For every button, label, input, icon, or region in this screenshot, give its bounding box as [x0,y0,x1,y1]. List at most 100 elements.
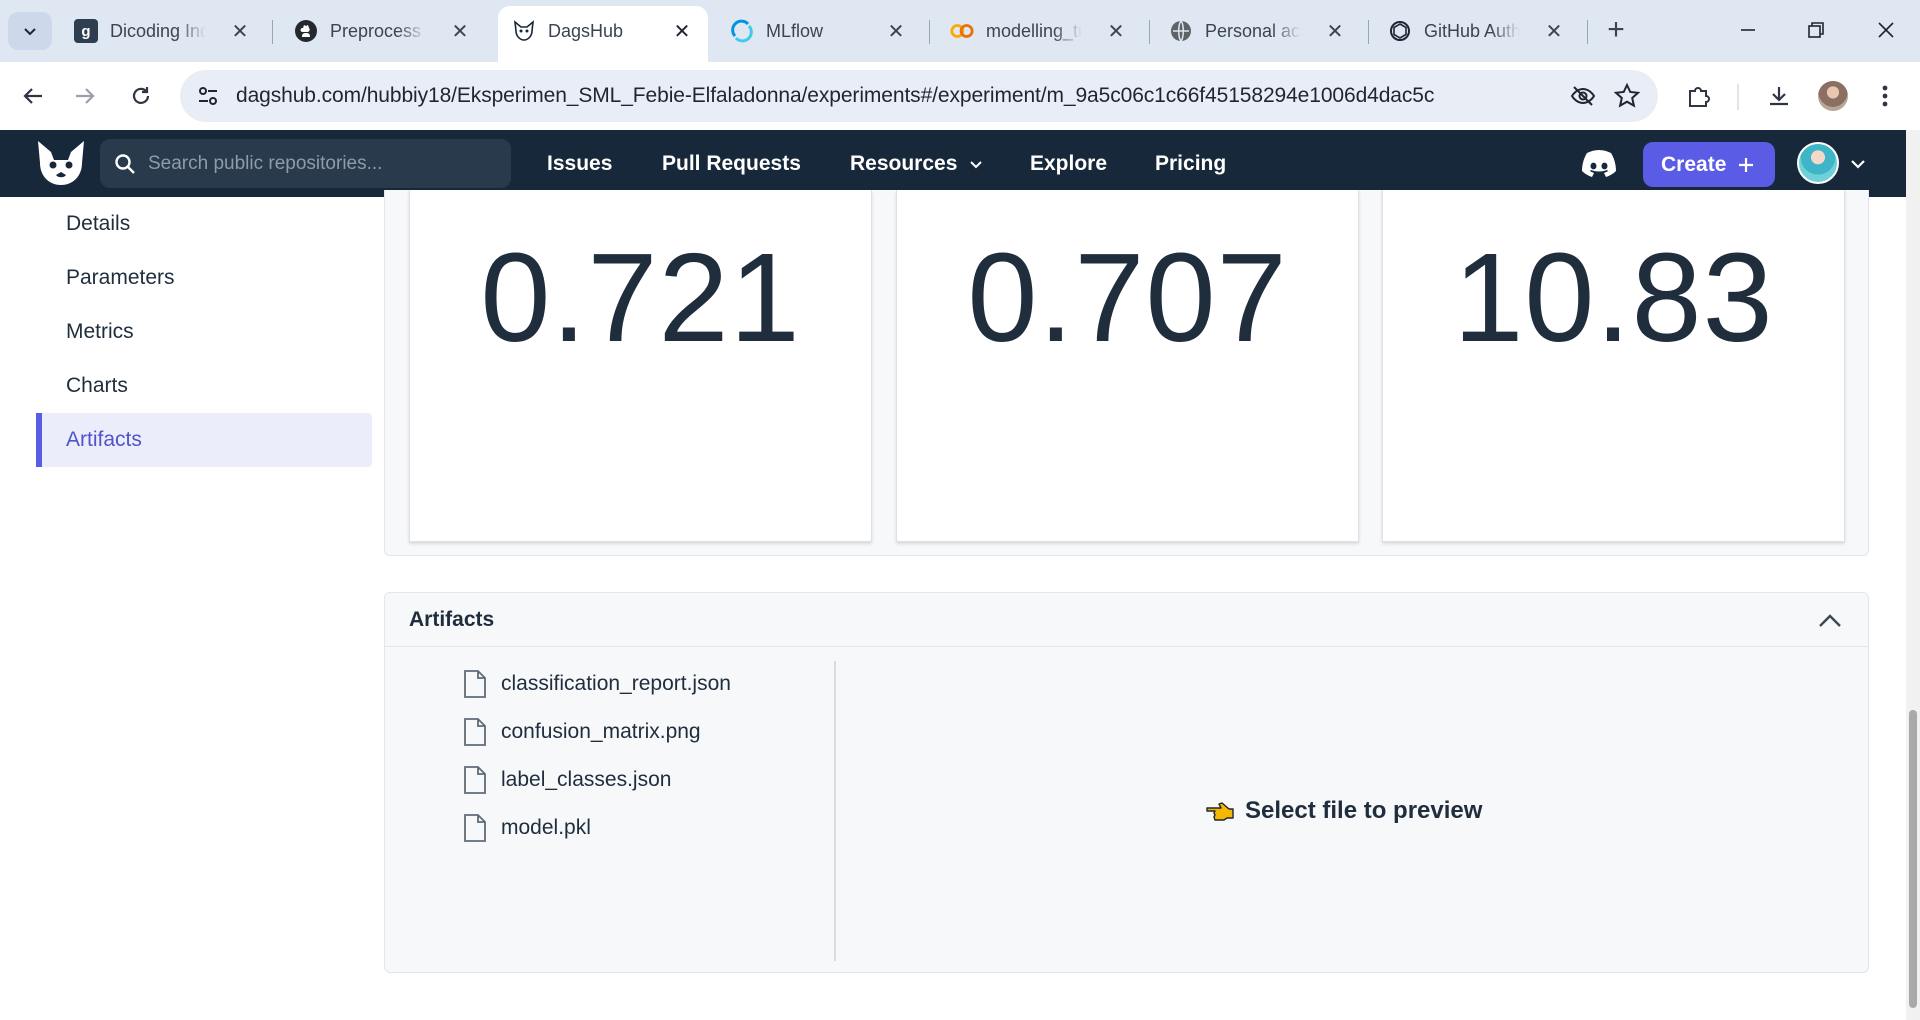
arrow-right-icon [76,88,95,104]
sidebar-item-artifacts[interactable]: Artifacts [36,413,372,467]
user-avatar[interactable] [1797,142,1839,184]
browser-tab-tokens[interactable]: Personal access tokens ✕ [1155,10,1361,52]
profile-button[interactable] [1814,77,1852,115]
back-button[interactable] [14,77,52,115]
file-item[interactable]: confusion_matrix.png [463,715,701,749]
nav-resources[interactable]: Resources [850,152,983,176]
page-scrollbar[interactable] [1906,130,1920,1020]
extensions-button[interactable] [1680,77,1718,115]
reload-button[interactable] [122,77,160,115]
tab-title: modelling_tuning [986,20,1082,41]
artifacts-title: Artifacts [409,608,495,631]
nav-pull-requests[interactable]: Pull Requests [662,152,801,176]
sidebar-item-metrics[interactable]: Metrics [36,305,372,359]
nav-pricing[interactable]: Pricing [1155,152,1226,176]
file-icon [464,814,486,842]
nav-resources-label: Resources [850,152,958,175]
metric-value: 10.83 [1453,227,1774,368]
sidebar-item-details[interactable]: Details [36,197,372,251]
close-window-button[interactable] [1858,8,1914,52]
dicoding-icon: g [74,19,98,43]
chevron-down-icon[interactable] [1850,157,1866,171]
chevron-down-icon [970,161,982,169]
repo-search-box[interactable] [100,139,511,188]
file-name: label_classes.json [501,768,672,791]
close-tab-icon[interactable]: ✕ [448,19,472,44]
tab-search-button[interactable] [8,12,52,50]
close-tab-icon[interactable]: ✕ [884,19,908,44]
restore-icon [1808,22,1824,38]
sidebar-item-charts[interactable]: Charts [36,359,372,413]
tab-separator [929,20,930,44]
download-icon [1770,87,1788,106]
dagshub-logo-icon[interactable] [34,137,88,189]
browser-tab-preprocess[interactable]: Preprocess Data ✕ [280,10,486,52]
file-item[interactable]: label_classes.json [463,763,671,797]
url-text[interactable]: dagshub.com/hubbiy18/Eksperimen_SML_Febi… [236,84,1434,108]
minimize-button[interactable] [1720,8,1776,52]
address-bar[interactable]: dagshub.com/hubbiy18/Eksperimen_SML_Febi… [180,70,1658,122]
discord-icon[interactable] [1580,149,1618,179]
arrow-left-icon [23,88,42,104]
close-icon [1878,22,1894,38]
file-icon [464,718,486,746]
create-button-label: Create [1661,152,1727,176]
nav-issues[interactable]: Issues [547,152,612,176]
browser-toolbar: dagshub.com/hubbiy18/Eksperimen_SML_Febi… [0,62,1920,130]
browser-tab-github-auth[interactable]: GitHub Authentication ✕ [1374,10,1580,52]
close-tab-icon[interactable]: ✕ [670,19,694,44]
metric-card: 10.83 [1382,190,1845,542]
metric-card: 0.721 [409,190,872,542]
downloads-button[interactable] [1760,77,1798,115]
colab-icon [950,19,974,43]
file-item[interactable]: model.pkl [463,811,591,845]
dagshub-header: Issues Pull Requests Resources Explore P… [0,130,1906,197]
browser-tab-dagshub[interactable]: DagsHub ✕ [498,6,708,62]
site-settings-icon[interactable] [196,84,220,108]
nav-explore[interactable]: Explore [1030,152,1107,176]
chevron-up-icon[interactable] [1816,607,1844,635]
close-tab-icon[interactable]: ✕ [228,19,252,44]
tab-title: MLflow [766,20,824,41]
tab-separator [272,20,273,44]
tab-title: GitHub Authentication [1424,20,1520,41]
file-preview-placeholder: Select file to preview [1205,797,1482,825]
metric-value: 0.721 [480,227,801,368]
artifacts-divider [834,661,836,961]
close-tab-icon[interactable]: ✕ [1104,19,1128,44]
toolbar-divider [1737,84,1739,110]
file-name: confusion_matrix.png [501,720,701,743]
metrics-section: 0.721 0.707 10.83 [384,190,1869,556]
plus-icon [1739,157,1754,172]
close-tab-icon[interactable]: ✕ [1323,19,1347,44]
scrollbar-thumb[interactable] [1909,710,1917,1008]
tab-separator [1368,20,1369,44]
forward-button[interactable] [66,77,104,115]
pointing-hand-icon [1206,802,1234,821]
browser-tab-dicoding[interactable]: g Dicoding Indonesia ✕ [60,10,266,52]
file-name: classification_report.json [501,672,731,695]
browser-tabstrip: g Dicoding Indonesia ✕ Preprocess Data ✕… [0,0,1920,62]
tab-title: Preprocess Data [330,20,426,41]
browser-tab-mlflow[interactable]: MLflow ✕ [716,10,922,52]
browser-menu-button[interactable] [1866,77,1904,115]
close-tab-icon[interactable]: ✕ [1542,19,1566,44]
file-name: model.pkl [501,816,591,839]
new-tab-button[interactable]: + [1598,12,1634,48]
more-vertical-icon [1882,85,1888,107]
globe-icon [1169,19,1193,43]
tab-separator [1149,20,1150,44]
tab-title: DagsHub [548,20,624,41]
browser-tab-colab[interactable]: modelling_tuning ✕ [936,10,1142,52]
create-button[interactable]: Create [1643,142,1775,187]
github-icon [294,19,318,43]
eye-off-icon[interactable] [1570,84,1596,108]
star-icon[interactable] [1614,83,1640,109]
file-item[interactable]: classification_report.json [463,667,731,701]
artifacts-header[interactable]: Artifacts [385,593,1868,647]
tab-separator [1587,20,1588,44]
restore-button[interactable] [1788,8,1844,52]
repo-search-input[interactable] [148,152,488,175]
sidebar-item-parameters[interactable]: Parameters [36,251,372,305]
tab-title: Dicoding Indonesia [110,20,206,41]
